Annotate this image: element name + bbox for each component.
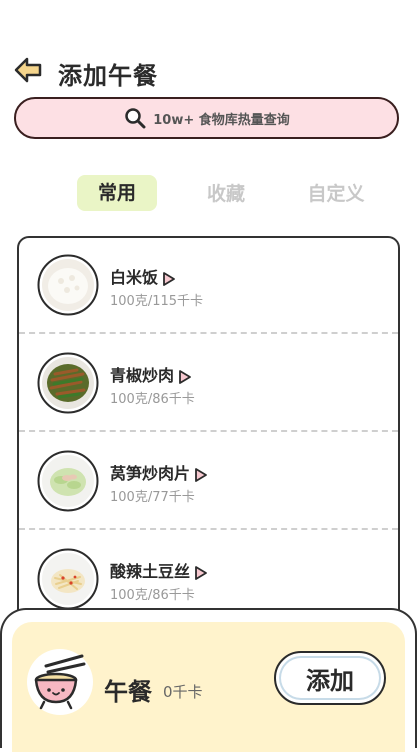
lettuce-pork-image xyxy=(37,450,99,512)
divider xyxy=(19,528,398,530)
food-kcal: 100克/115千卡 xyxy=(110,294,204,309)
header: 添加午餐 xyxy=(0,52,417,92)
meal-label: 午餐 xyxy=(104,678,152,706)
play-icon xyxy=(163,271,175,286)
play-icon xyxy=(195,467,207,482)
tab-favorites[interactable]: 收藏 xyxy=(196,175,256,213)
potato-shreds-image xyxy=(37,548,99,610)
food-kcal: 100克/86千卡 xyxy=(110,588,195,603)
arrow-left-icon xyxy=(14,57,42,83)
search-placeholder: 10w+ 食物库热量查询 xyxy=(153,112,290,128)
back-button[interactable] xyxy=(12,54,44,86)
food-search-bar[interactable]: 10w+ 食物库热量查询 xyxy=(14,97,399,139)
tab-custom[interactable]: 自定义 xyxy=(296,175,376,213)
add-button[interactable]: 添加 xyxy=(274,651,386,705)
meal-total-kcal: 0千卡 xyxy=(163,683,203,701)
category-tabs: 常用 收藏 自定义 xyxy=(0,175,417,213)
food-name: 白米饭 xyxy=(110,264,176,288)
rice-image xyxy=(37,254,99,316)
food-kcal: 100克/86千卡 xyxy=(110,392,195,407)
page-title: 添加午餐 xyxy=(58,62,158,90)
divider xyxy=(19,332,398,334)
food-name: 莴笋炒肉片 xyxy=(110,460,208,484)
food-item-lettuce-pork[interactable]: 莴笋炒肉片 100克/77千卡 xyxy=(19,434,398,530)
play-icon xyxy=(195,565,207,580)
search-icon xyxy=(125,108,146,129)
tab-common[interactable]: 常用 xyxy=(77,175,157,211)
food-name: 青椒炒肉 xyxy=(110,362,192,386)
food-name: 酸辣土豆丝 xyxy=(110,558,208,582)
food-list: 白米饭 100克/115千卡 青椒炒肉 100克/86千卡 莴笋炒肉片 100克… xyxy=(17,236,400,656)
bowl-chopsticks-icon xyxy=(27,649,93,715)
food-kcal: 100克/77千卡 xyxy=(110,490,195,505)
pepper-pork-image xyxy=(37,352,99,414)
play-icon xyxy=(179,369,191,384)
food-item-pepper-pork[interactable]: 青椒炒肉 100克/86千卡 xyxy=(19,336,398,432)
divider xyxy=(19,430,398,432)
food-item-rice[interactable]: 白米饭 100克/115千卡 xyxy=(19,238,398,334)
